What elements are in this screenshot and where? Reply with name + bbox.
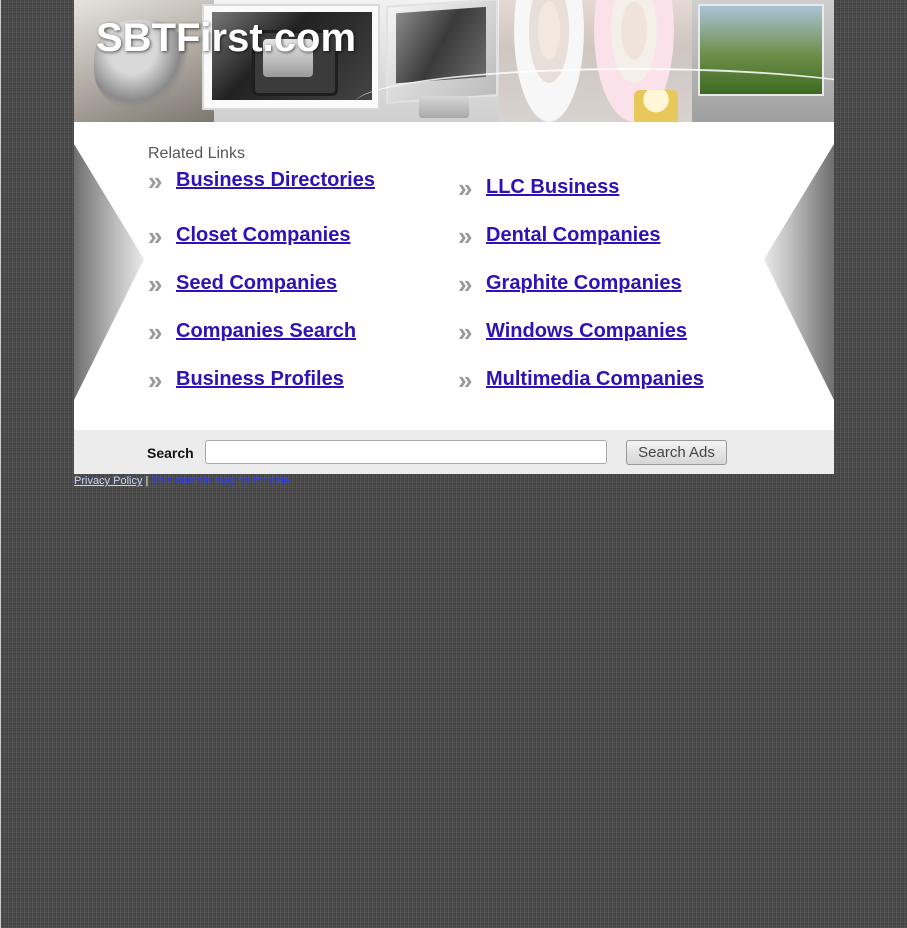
double-chevron-icon: » xyxy=(148,165,162,196)
related-link-item[interactable]: » Business Profiles xyxy=(148,364,344,395)
related-link-item[interactable]: » Seed Companies xyxy=(148,268,337,299)
related-link[interactable]: Multimedia Companies xyxy=(486,368,704,391)
related-link-item[interactable]: » Companies Search xyxy=(148,316,356,347)
double-chevron-icon: » xyxy=(458,364,472,395)
related-link[interactable]: LLC Business xyxy=(486,176,619,199)
decorative-right-chevron xyxy=(764,144,834,400)
search-bar: Search Search Ads xyxy=(74,430,834,474)
search-label: Search xyxy=(147,445,194,461)
related-link-item[interactable]: » Windows Companies xyxy=(458,316,687,347)
header-banner: SBTFirst.com xyxy=(74,0,834,122)
privacy-policy-link[interactable]: Privacy Policy xyxy=(74,475,142,487)
related-link[interactable]: Graphite Companies xyxy=(486,272,682,295)
domain-for-sale-link[interactable]: This domain may be for sale xyxy=(151,475,289,487)
related-link[interactable]: Business Profiles xyxy=(176,368,344,391)
footer-separator: | xyxy=(145,475,149,487)
search-input[interactable] xyxy=(205,440,607,464)
related-link-item[interactable]: » Multimedia Companies xyxy=(458,364,704,395)
related-link-item[interactable]: » Business Directories xyxy=(148,165,375,196)
double-chevron-icon: » xyxy=(148,364,162,395)
footer: Privacy Policy | This domain may be for sa… xyxy=(74,474,834,493)
related-links-heading: Related Links xyxy=(148,145,245,162)
double-chevron-icon: » xyxy=(148,316,162,347)
related-link[interactable]: Seed Companies xyxy=(176,272,337,295)
related-link[interactable]: Companies Search xyxy=(176,320,356,343)
related-link[interactable]: Closet Companies xyxy=(176,224,350,247)
related-link-item[interactable]: » Dental Companies xyxy=(458,220,660,251)
related-link-item[interactable]: » Graphite Companies xyxy=(458,268,682,299)
related-link[interactable]: Business Directories xyxy=(176,169,375,192)
related-links-panel: Related Links » Business Directories » C… xyxy=(74,122,834,430)
double-chevron-icon: » xyxy=(458,268,472,299)
double-chevron-icon: » xyxy=(148,220,162,251)
double-chevron-icon: » xyxy=(458,220,472,251)
site-title: SBTFirst.com xyxy=(96,16,357,60)
search-ads-button[interactable]: Search Ads xyxy=(626,440,727,465)
page-edge-line xyxy=(0,0,1,928)
decorative-left-chevron xyxy=(74,144,144,400)
double-chevron-icon: » xyxy=(148,268,162,299)
related-link[interactable]: Dental Companies xyxy=(486,224,660,247)
related-link[interactable]: Windows Companies xyxy=(486,320,687,343)
related-link-item[interactable]: » LLC Business xyxy=(458,172,619,203)
page-wrapper: SBTFirst.com Related Links » Business Di… xyxy=(74,0,834,493)
related-link-item[interactable]: » Closet Companies xyxy=(148,220,350,251)
double-chevron-icon: » xyxy=(458,172,472,203)
double-chevron-icon: » xyxy=(458,316,472,347)
